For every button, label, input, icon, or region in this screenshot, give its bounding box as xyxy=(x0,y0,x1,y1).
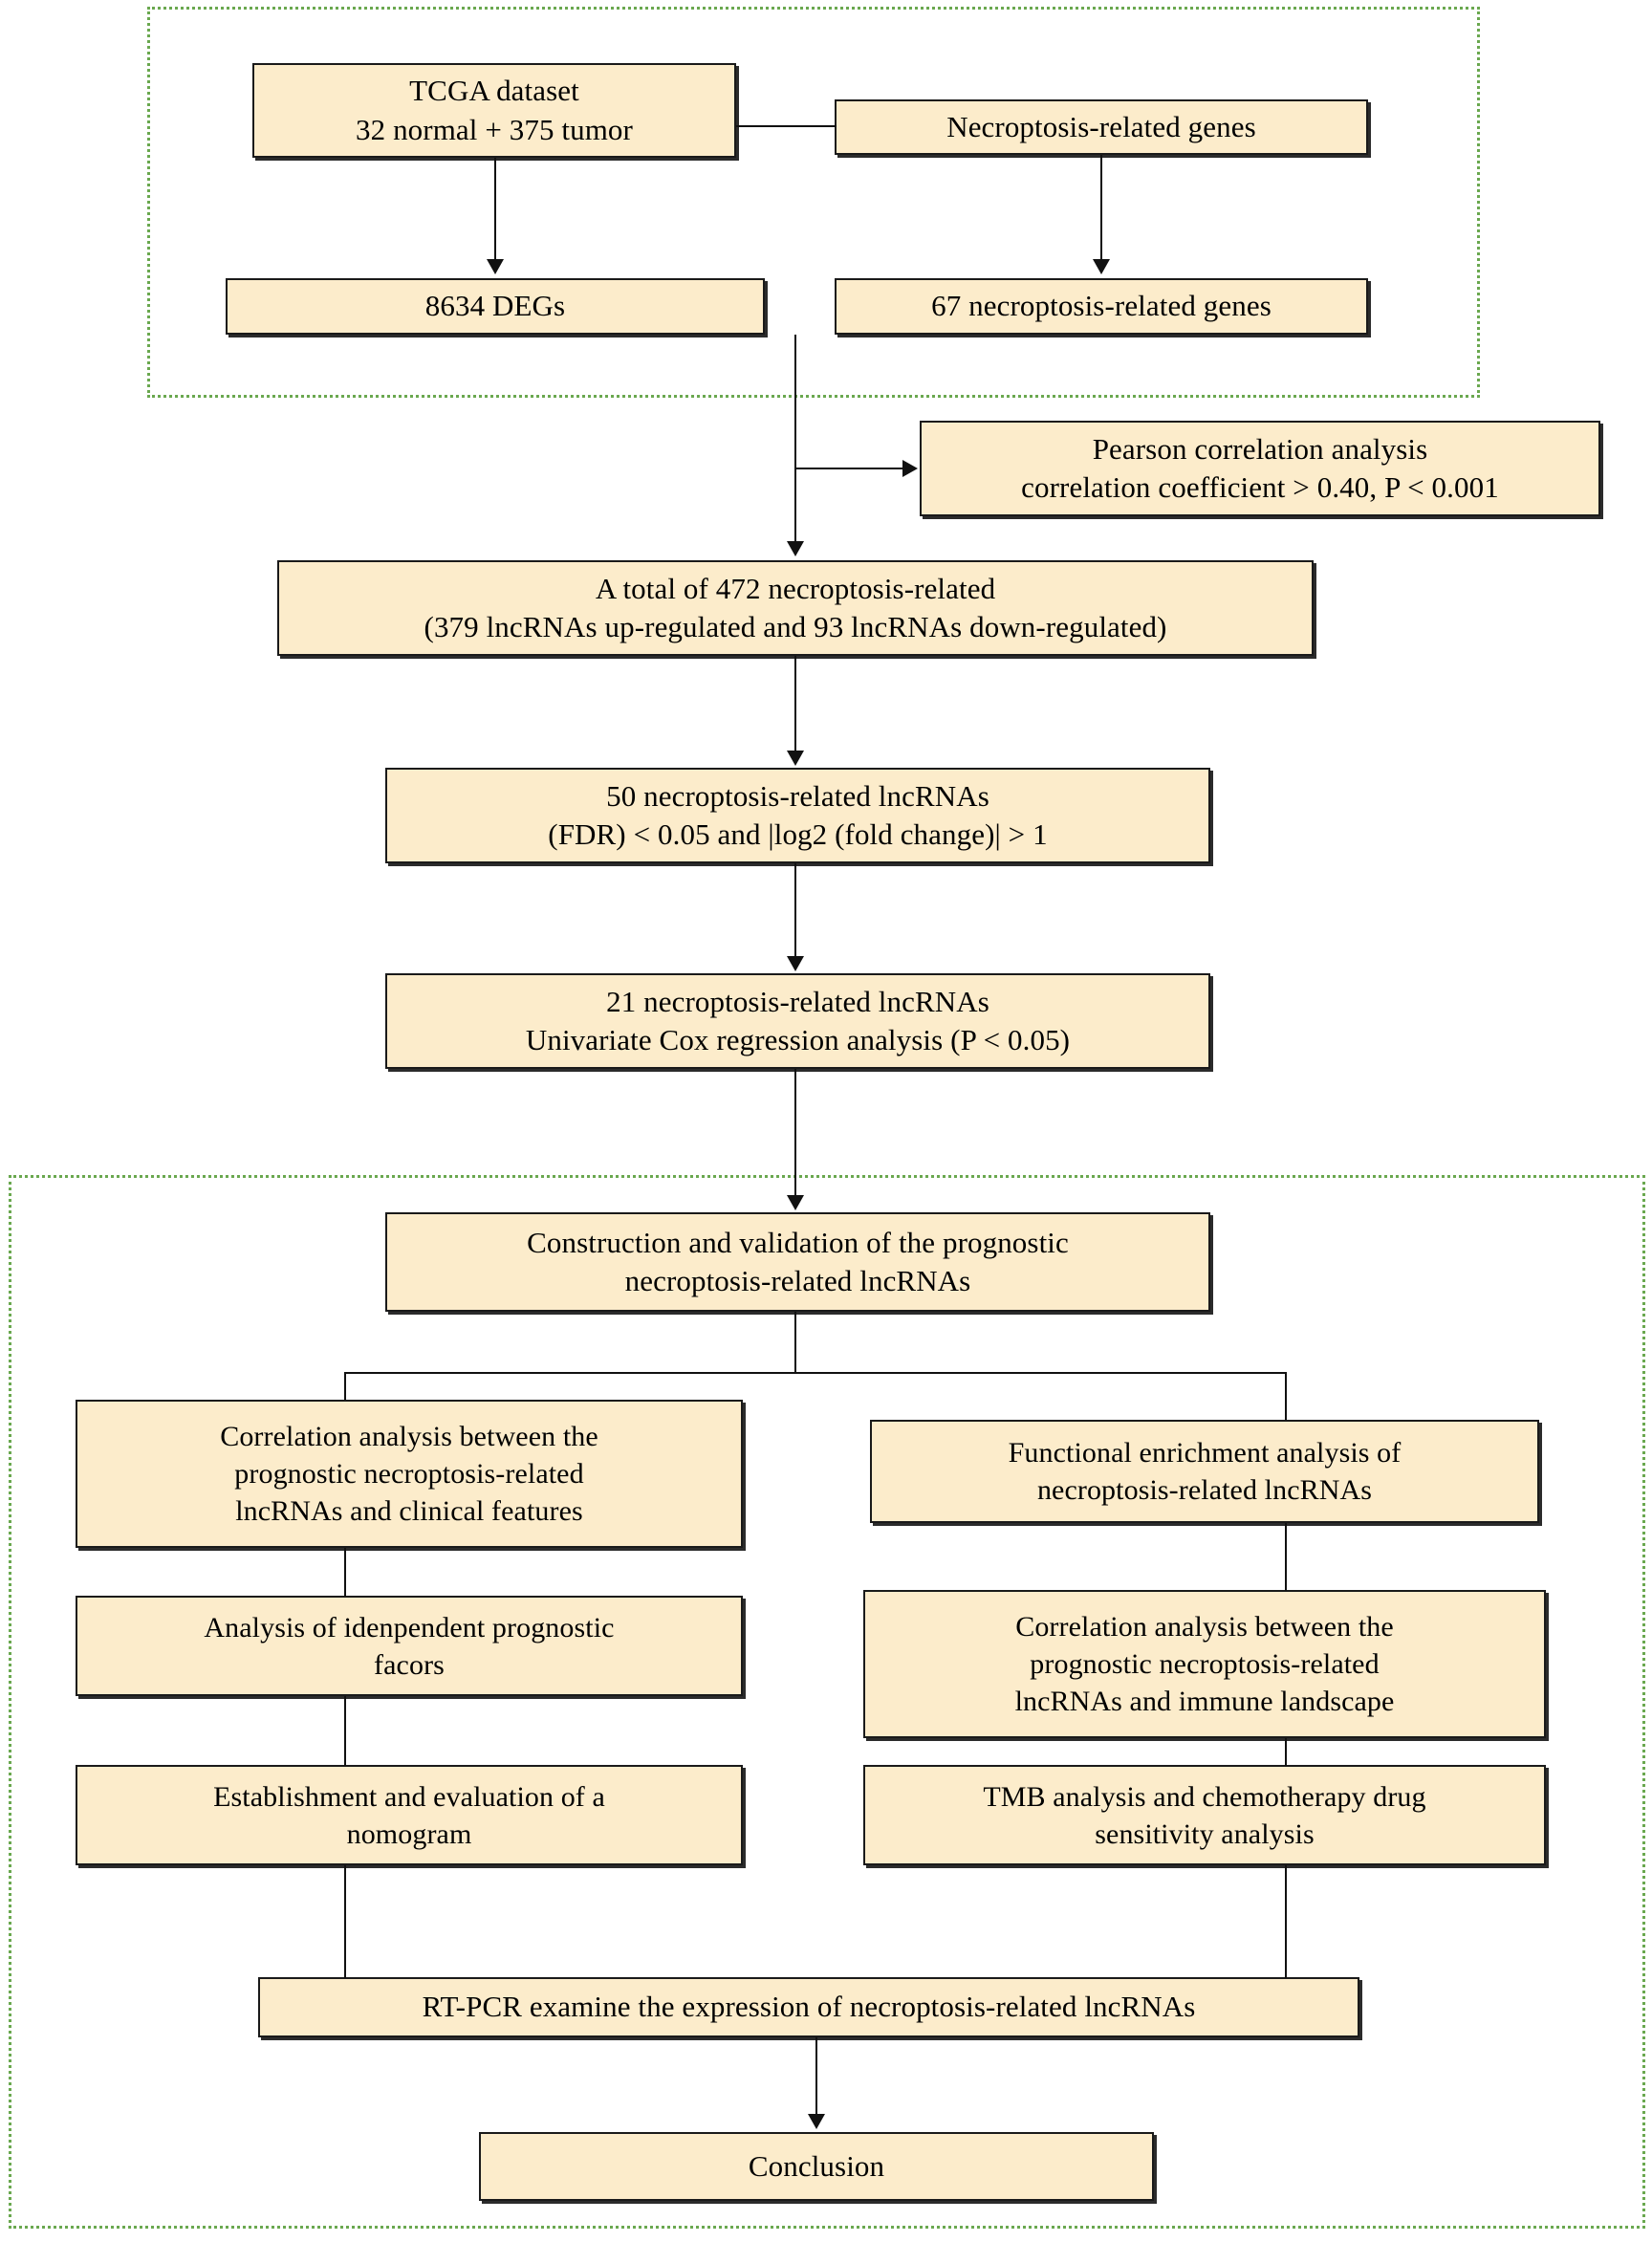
node-rt-pcr[interactable]: RT-PCR examine the expression of necropt… xyxy=(258,1977,1359,2037)
node-lnc21-line1: 21 necroptosis-related lncRNAs xyxy=(606,984,989,1018)
connector-nomogram-to-rtpcr xyxy=(344,1865,346,1978)
arrowhead-total472-to-lnc50 xyxy=(787,751,804,766)
node-nomogram[interactable]: Establishment and evaluation of a nomogr… xyxy=(76,1765,743,1865)
node-independent-prognostic-factors[interactable]: Analysis of idenpendent prognostic facor… xyxy=(76,1596,743,1696)
node-pearson-line2: correlation coefficient > 0.40, P < 0.00… xyxy=(1021,470,1499,504)
node-8634-degs[interactable]: 8634 DEGs xyxy=(226,278,765,335)
node-construction-line1: Construction and validation of the progn… xyxy=(527,1225,1069,1259)
node-construction-line2: necroptosis-related lncRNAs xyxy=(624,1264,971,1297)
node-pearson-line1: Pearson correlation analysis xyxy=(1092,431,1428,466)
node-immune-line1: Correlation analysis between the xyxy=(1015,1611,1394,1643)
connector-branch-bus xyxy=(344,1372,1287,1374)
node-nomogram-line2: nomogram xyxy=(346,1818,472,1850)
node-functional-line2: necroptosis-related lncRNAs xyxy=(1036,1474,1373,1506)
connector-construction-to-bus xyxy=(794,1312,796,1373)
connector-functional-to-immune xyxy=(1285,1523,1287,1591)
node-lnc21-line2: Univariate Cox regression analysis (P < … xyxy=(525,1023,1071,1056)
node-rtpcr-label: RT-PCR examine the expression of necropt… xyxy=(422,1990,1196,2024)
flowchart-canvas: TCGA dataset 32 normal + 375 tumor Necro… xyxy=(0,0,1652,2242)
connector-independent-to-nomogram xyxy=(344,1696,346,1766)
node-independent-line1: Analysis of idenpendent prognostic xyxy=(204,1611,615,1643)
node-corr-clinical-line3: lncRNAs and clinical features xyxy=(235,1495,583,1527)
arrowhead-genes-to-67-genes xyxy=(1093,259,1110,274)
node-nomogram-line1: Establishment and evaluation of a xyxy=(213,1780,605,1813)
arrowhead-spine-to-pearson xyxy=(902,460,918,477)
arrowhead-tcga-to-degs xyxy=(487,259,504,274)
node-independent-line2: facors xyxy=(374,1648,445,1681)
node-necroptosis-genes-label: Necroptosis-related genes xyxy=(946,109,1256,143)
node-tcga-dataset[interactable]: TCGA dataset 32 normal + 375 tumor xyxy=(252,63,736,158)
node-67-genes-label: 67 necroptosis-related genes xyxy=(931,289,1272,323)
node-21-lncrnas[interactable]: 21 necroptosis-related lncRNAs Univariat… xyxy=(385,973,1210,1069)
node-lnc50-line2: (FDR) < 0.05 and |log2 (fold change)| > … xyxy=(548,817,1048,851)
connector-genes-to-67-genes xyxy=(1100,155,1102,261)
node-immune-line3: lncRNAs and immune landscape xyxy=(1014,1686,1395,1717)
node-tmb-line2: sensitivity analysis xyxy=(1095,1818,1315,1850)
node-tcga-line2: 32 normal + 375 tumor xyxy=(356,112,633,146)
connector-spine-to-pearson xyxy=(794,468,902,469)
connector-rtpcr-to-conclusion xyxy=(815,2037,817,2116)
node-correlation-immune-landscape[interactable]: Correlation analysis between the prognos… xyxy=(863,1590,1546,1738)
node-tmb-line1: TMB analysis and chemotherapy drug xyxy=(983,1780,1426,1813)
connector-total472-to-lnc50 xyxy=(794,656,796,752)
connector-lnc21-to-construction xyxy=(794,1069,796,1197)
connector-main-spine-upper xyxy=(794,335,796,543)
node-tmb-chemotherapy[interactable]: TMB analysis and chemotherapy drug sensi… xyxy=(863,1765,1546,1865)
node-total472-line2: (379 lncRNAs up-regulated and 93 lncRNAs… xyxy=(424,610,1167,643)
arrowhead-spine-to-total472 xyxy=(787,541,804,556)
node-conclusion[interactable]: Conclusion xyxy=(479,2132,1154,2201)
node-conclusion-label: Conclusion xyxy=(748,2148,885,2183)
node-corr-clinical-line1: Correlation analysis between the xyxy=(220,1421,598,1452)
node-degs-label: 8634 DEGs xyxy=(424,289,566,323)
node-construction-validation[interactable]: Construction and validation of the progn… xyxy=(385,1212,1210,1312)
arrowhead-rtpcr-to-conclusion xyxy=(808,2114,825,2129)
node-functional-line1: Functional enrichment analysis of xyxy=(1008,1437,1402,1469)
node-total-472-lncrnas[interactable]: A total of 472 necroptosis-related (379 … xyxy=(277,560,1314,656)
node-necroptosis-related-genes[interactable]: Necroptosis-related genes xyxy=(835,99,1368,155)
connector-bus-to-left-column xyxy=(344,1372,346,1401)
node-pearson-correlation[interactable]: Pearson correlation analysis correlation… xyxy=(920,421,1600,516)
node-correlation-clinical-features[interactable]: Correlation analysis between the prognos… xyxy=(76,1400,743,1548)
node-functional-enrichment[interactable]: Functional enrichment analysis of necrop… xyxy=(870,1420,1539,1523)
connector-bus-to-right-column xyxy=(1285,1372,1287,1421)
node-lnc50-line1: 50 necroptosis-related lncRNAs xyxy=(606,778,989,813)
node-67-necroptosis-genes[interactable]: 67 necroptosis-related genes xyxy=(835,278,1368,335)
connector-lnc50-to-lnc21 xyxy=(794,863,796,958)
node-total472-line1: A total of 472 necroptosis-related xyxy=(595,571,996,605)
node-50-lncrnas[interactable]: 50 necroptosis-related lncRNAs (FDR) < 0… xyxy=(385,768,1210,863)
node-corr-clinical-line2: prognostic necroptosis-related xyxy=(234,1458,584,1490)
arrowhead-lnc21-to-construction xyxy=(787,1195,804,1210)
node-immune-line2: prognostic necroptosis-related xyxy=(1030,1648,1380,1680)
connector-tcga-to-necroptosis-genes xyxy=(736,125,837,127)
connector-tmb-to-rtpcr xyxy=(1285,1865,1287,1978)
connector-corr-clinical-to-independent xyxy=(344,1548,346,1597)
node-tcga-line1: TCGA dataset xyxy=(409,74,579,108)
arrowhead-lnc50-to-lnc21 xyxy=(787,956,804,971)
connector-tcga-to-degs xyxy=(494,158,496,261)
connector-immune-to-tmb xyxy=(1285,1738,1287,1766)
